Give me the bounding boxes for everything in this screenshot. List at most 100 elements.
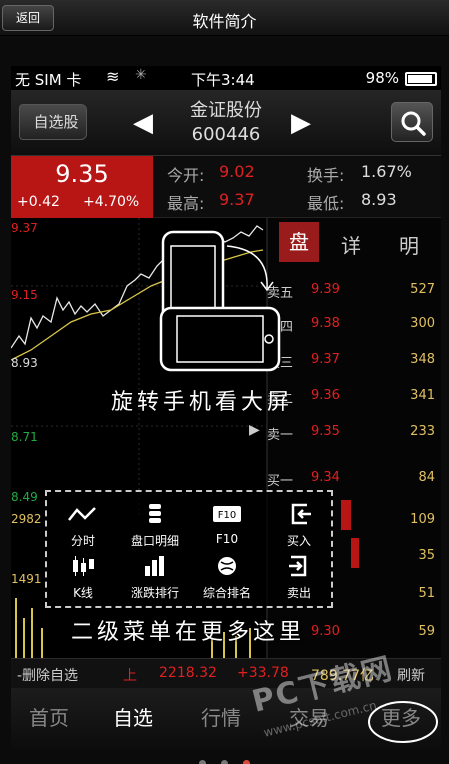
stock-navbar: 自选股 ◀ 金证股份 600446 ▶ (11, 90, 441, 156)
ob-price: 9.36 (311, 388, 340, 403)
expand-arrow-icon[interactable]: ▶ (249, 422, 260, 438)
submenu-hint-text: 二级菜单在更多这里 (71, 620, 306, 645)
ob-volume: 51 (418, 586, 435, 601)
prev-stock-icon[interactable]: ◀ (133, 108, 153, 138)
menu-item-pankou[interactable]: 盘口明细 (119, 502, 191, 549)
battery-icon (405, 72, 437, 86)
menu-item-label: K线 (73, 586, 93, 600)
bottom-tab-bar: 首页 自选 行情 交易 更多 (11, 688, 441, 750)
ob-price: 9.30 (311, 624, 340, 639)
menu-item-label: 综合排名 (202, 586, 251, 600)
globe-ranking-icon (218, 557, 236, 575)
order-list-icon (149, 504, 161, 523)
buy-icon (291, 503, 311, 525)
refresh-button[interactable]: 刷新 (397, 665, 425, 685)
next-stock-icon[interactable]: ▶ (291, 108, 311, 138)
ob-volume: 109 (410, 512, 435, 527)
menu-item-label: 涨跌排行 (130, 586, 179, 600)
page-title: 软件简介 (192, 12, 257, 31)
orderbook-row: 卖一 9.35 233 (267, 418, 439, 448)
ob-volume: 527 (410, 282, 435, 297)
secondary-menu: 分时 盘口明细 F10 F10 买入 K线 涨跌排行 综合排名 卖出 (45, 490, 333, 608)
volume-label-max: 2982 (11, 512, 42, 526)
menu-item-kline[interactable]: K线 (47, 554, 119, 601)
menu-item-buy[interactable]: 买入 (263, 502, 335, 549)
tab-market[interactable]: 行情 (201, 702, 241, 731)
low-value: 8.93 (361, 190, 397, 209)
current-price: 9.35 (55, 160, 109, 188)
y-label-mid: 9.15 (11, 288, 38, 302)
candlestick-icon (73, 556, 94, 576)
tab-ming[interactable]: 明 (399, 230, 419, 259)
open-value: 9.02 (219, 162, 255, 181)
page-dot[interactable] (198, 760, 206, 764)
menu-item-sell[interactable]: 卖出 (263, 554, 335, 601)
tab-xiang[interactable]: 详 (341, 230, 361, 259)
page-dot[interactable] (221, 760, 228, 764)
menu-item-label: 买入 (286, 534, 311, 548)
menu-item-ranking[interactable]: 涨跌排行 (119, 554, 191, 601)
page-indicator (0, 752, 449, 764)
menu-item-f10[interactable]: F10 F10 (191, 502, 263, 546)
watchlist-button[interactable]: 自选股 (19, 104, 87, 140)
menu-item-label: 分时 (70, 534, 95, 548)
search-button[interactable] (391, 102, 433, 142)
menu-item-fenshi[interactable]: 分时 (47, 502, 119, 549)
rotate-phone-icon (159, 230, 281, 372)
ob-price: 9.39 (311, 282, 340, 297)
menu-item-composite[interactable]: 综合排名 (191, 554, 263, 601)
remove-watchlist-button[interactable]: -删除自选 (17, 665, 78, 685)
activity-spinner-icon: ✳ (135, 67, 147, 83)
volume-label-mid: 1491 (11, 572, 42, 586)
ob-label: 买一 (267, 474, 294, 489)
menu-item-label: F10 (215, 532, 239, 546)
svg-text:F10: F10 (218, 510, 236, 521)
ob-volume: 59 (418, 624, 435, 639)
ob-label: 卖一 (267, 428, 294, 443)
menu-item-label: 盘口明细 (130, 534, 179, 548)
y-label-high: 9.37 (11, 221, 38, 235)
ob-volume: 84 (418, 470, 435, 485)
carrier-label: 无 SIM 卡 (15, 71, 82, 89)
trend-line-icon (68, 507, 96, 521)
index-value: 2218.32 (159, 665, 217, 681)
high-label: 最高: (167, 194, 205, 213)
turnover-value: 1.67% (361, 162, 412, 181)
page-header: 返回 软件简介 (0, 0, 449, 36)
sell-icon (289, 555, 307, 577)
status-bar: 无 SIM 卡 ≋ ✳ 下午3:44 98% (11, 66, 441, 90)
wifi-icon: ≋ (106, 67, 120, 86)
ob-price: 9.35 (311, 424, 340, 439)
stock-code: 600446 (191, 124, 261, 145)
ob-price: 9.34 (311, 470, 340, 485)
ob-volume: 341 (410, 388, 435, 403)
y-label-low: 8.93 (11, 356, 38, 370)
menu-item-label: 卖出 (286, 586, 311, 600)
y-label-down2: 8.49 (11, 490, 38, 504)
market-label: 上 (123, 668, 137, 684)
low-label: 最低: (307, 194, 345, 213)
price-change-pct: +4.70% (83, 194, 140, 210)
ob-volume: 348 (410, 352, 435, 367)
ob-price: 9.38 (311, 316, 340, 331)
turnover-label: 换手: (307, 166, 345, 185)
price-change: +0.42 (17, 194, 60, 210)
price-box: 9.35 +0.42 +4.70% (11, 156, 153, 218)
bar-ranking-icon (145, 556, 164, 576)
stock-name: 金证股份 (190, 100, 262, 121)
tab-watchlist[interactable]: 自选 (113, 702, 153, 731)
status-time: 下午3:44 (191, 71, 255, 89)
ob-volume: 233 (410, 424, 435, 439)
rotate-hint-text: 旋转手机看大屏 (111, 390, 294, 415)
battery-percent: 98% (365, 69, 399, 87)
ob-volume: 300 (410, 316, 435, 331)
open-label: 今开: (167, 166, 205, 185)
search-icon (401, 111, 426, 136)
ob-volume: 35 (418, 548, 435, 563)
tab-home[interactable]: 首页 (29, 702, 69, 731)
ob-price: 9.37 (311, 352, 340, 367)
high-value: 9.37 (219, 190, 255, 209)
y-label-down1: 8.71 (11, 430, 38, 444)
page-dot-active[interactable] (243, 760, 251, 764)
f10-icon: F10 (213, 506, 241, 522)
